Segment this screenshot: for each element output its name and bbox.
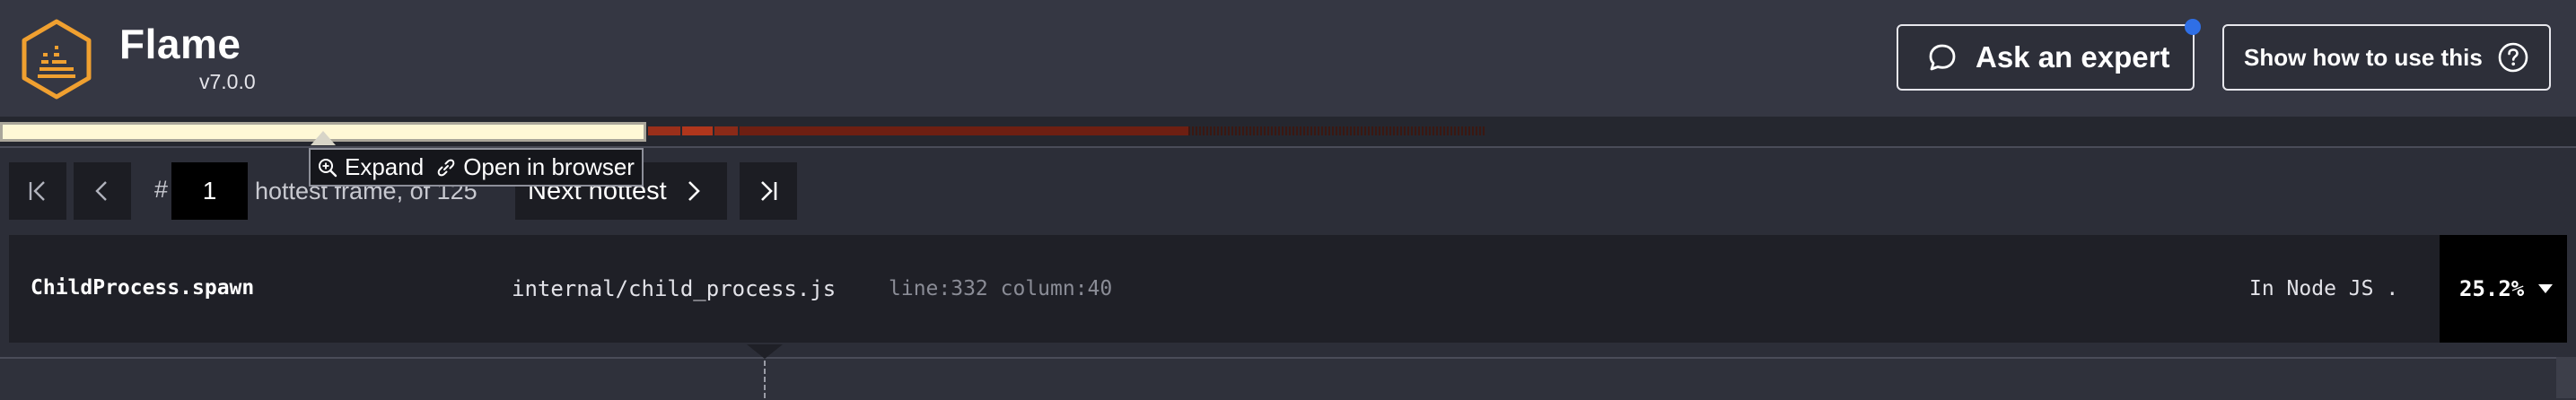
question-circle-icon [2498, 42, 2528, 73]
percent-dropdown[interactable]: 25.2% [2440, 235, 2567, 343]
app-version: v7.0.0 [199, 70, 256, 93]
show-how-to-use-label: Show how to use this [2244, 43, 2483, 71]
notification-dot [2185, 19, 2201, 35]
skip-last-icon [761, 181, 777, 201]
row-pointer-caret [747, 344, 783, 359]
chevron-left-icon [95, 181, 107, 201]
file-path: internal/child_process.js [512, 276, 837, 301]
skip-first-icon [29, 181, 45, 201]
show-how-to-use-button[interactable]: Show how to use this [2222, 24, 2551, 91]
frame-marker-line [764, 361, 766, 398]
percent-value: 25.2% [2459, 276, 2525, 301]
frame-info-row[interactable]: ChildProcess.spawn internal/child_proces… [9, 235, 2567, 343]
hot-frame-block[interactable] [682, 126, 713, 135]
frame-index-input[interactable]: 1 [171, 162, 248, 220]
chat-bubble-icon [1929, 44, 1956, 71]
hot-frame-block[interactable] [740, 126, 1188, 135]
line-column: line:332 column:40 [889, 277, 1113, 300]
previous-frame-button[interactable] [74, 162, 131, 220]
cold-frame-blocks[interactable] [1188, 126, 1485, 135]
ask-expert-button[interactable]: Ask an expert [1897, 24, 2195, 91]
zoom-in-icon [319, 158, 337, 177]
expand-action[interactable]: Expand [318, 153, 424, 181]
caret-down-icon [2538, 284, 2554, 293]
app-title: Flame [119, 21, 241, 67]
last-frame-button[interactable] [740, 162, 797, 220]
function-name: ChildProcess.spawn [31, 276, 255, 300]
expand-label: Expand [345, 153, 425, 180]
hot-frame-block[interactable] [714, 126, 738, 135]
flame-overview-strip[interactable] [0, 117, 2576, 148]
frame-tooltip: Expand Open in browser [309, 148, 644, 187]
link-icon [437, 159, 455, 176]
flame-logo-icon [20, 18, 93, 100]
flamegraph-area[interactable] [0, 357, 2576, 400]
app-header: Flame v7.0.0 Ask an expert Show how to u… [0, 0, 2576, 117]
first-frame-button[interactable] [9, 162, 66, 220]
hot-frame-block[interactable] [648, 126, 680, 135]
open-in-browser-action[interactable]: Open in browser [436, 153, 635, 181]
frame-context: In Node JS . [2249, 277, 2399, 300]
chevron-right-icon [688, 181, 700, 201]
scrollbar[interactable] [2556, 357, 2576, 398]
ask-expert-label: Ask an expert [1976, 40, 2170, 74]
open-in-browser-label: Open in browser [463, 153, 635, 180]
selection-caret [311, 131, 336, 145]
hash-label: # [154, 176, 169, 203]
